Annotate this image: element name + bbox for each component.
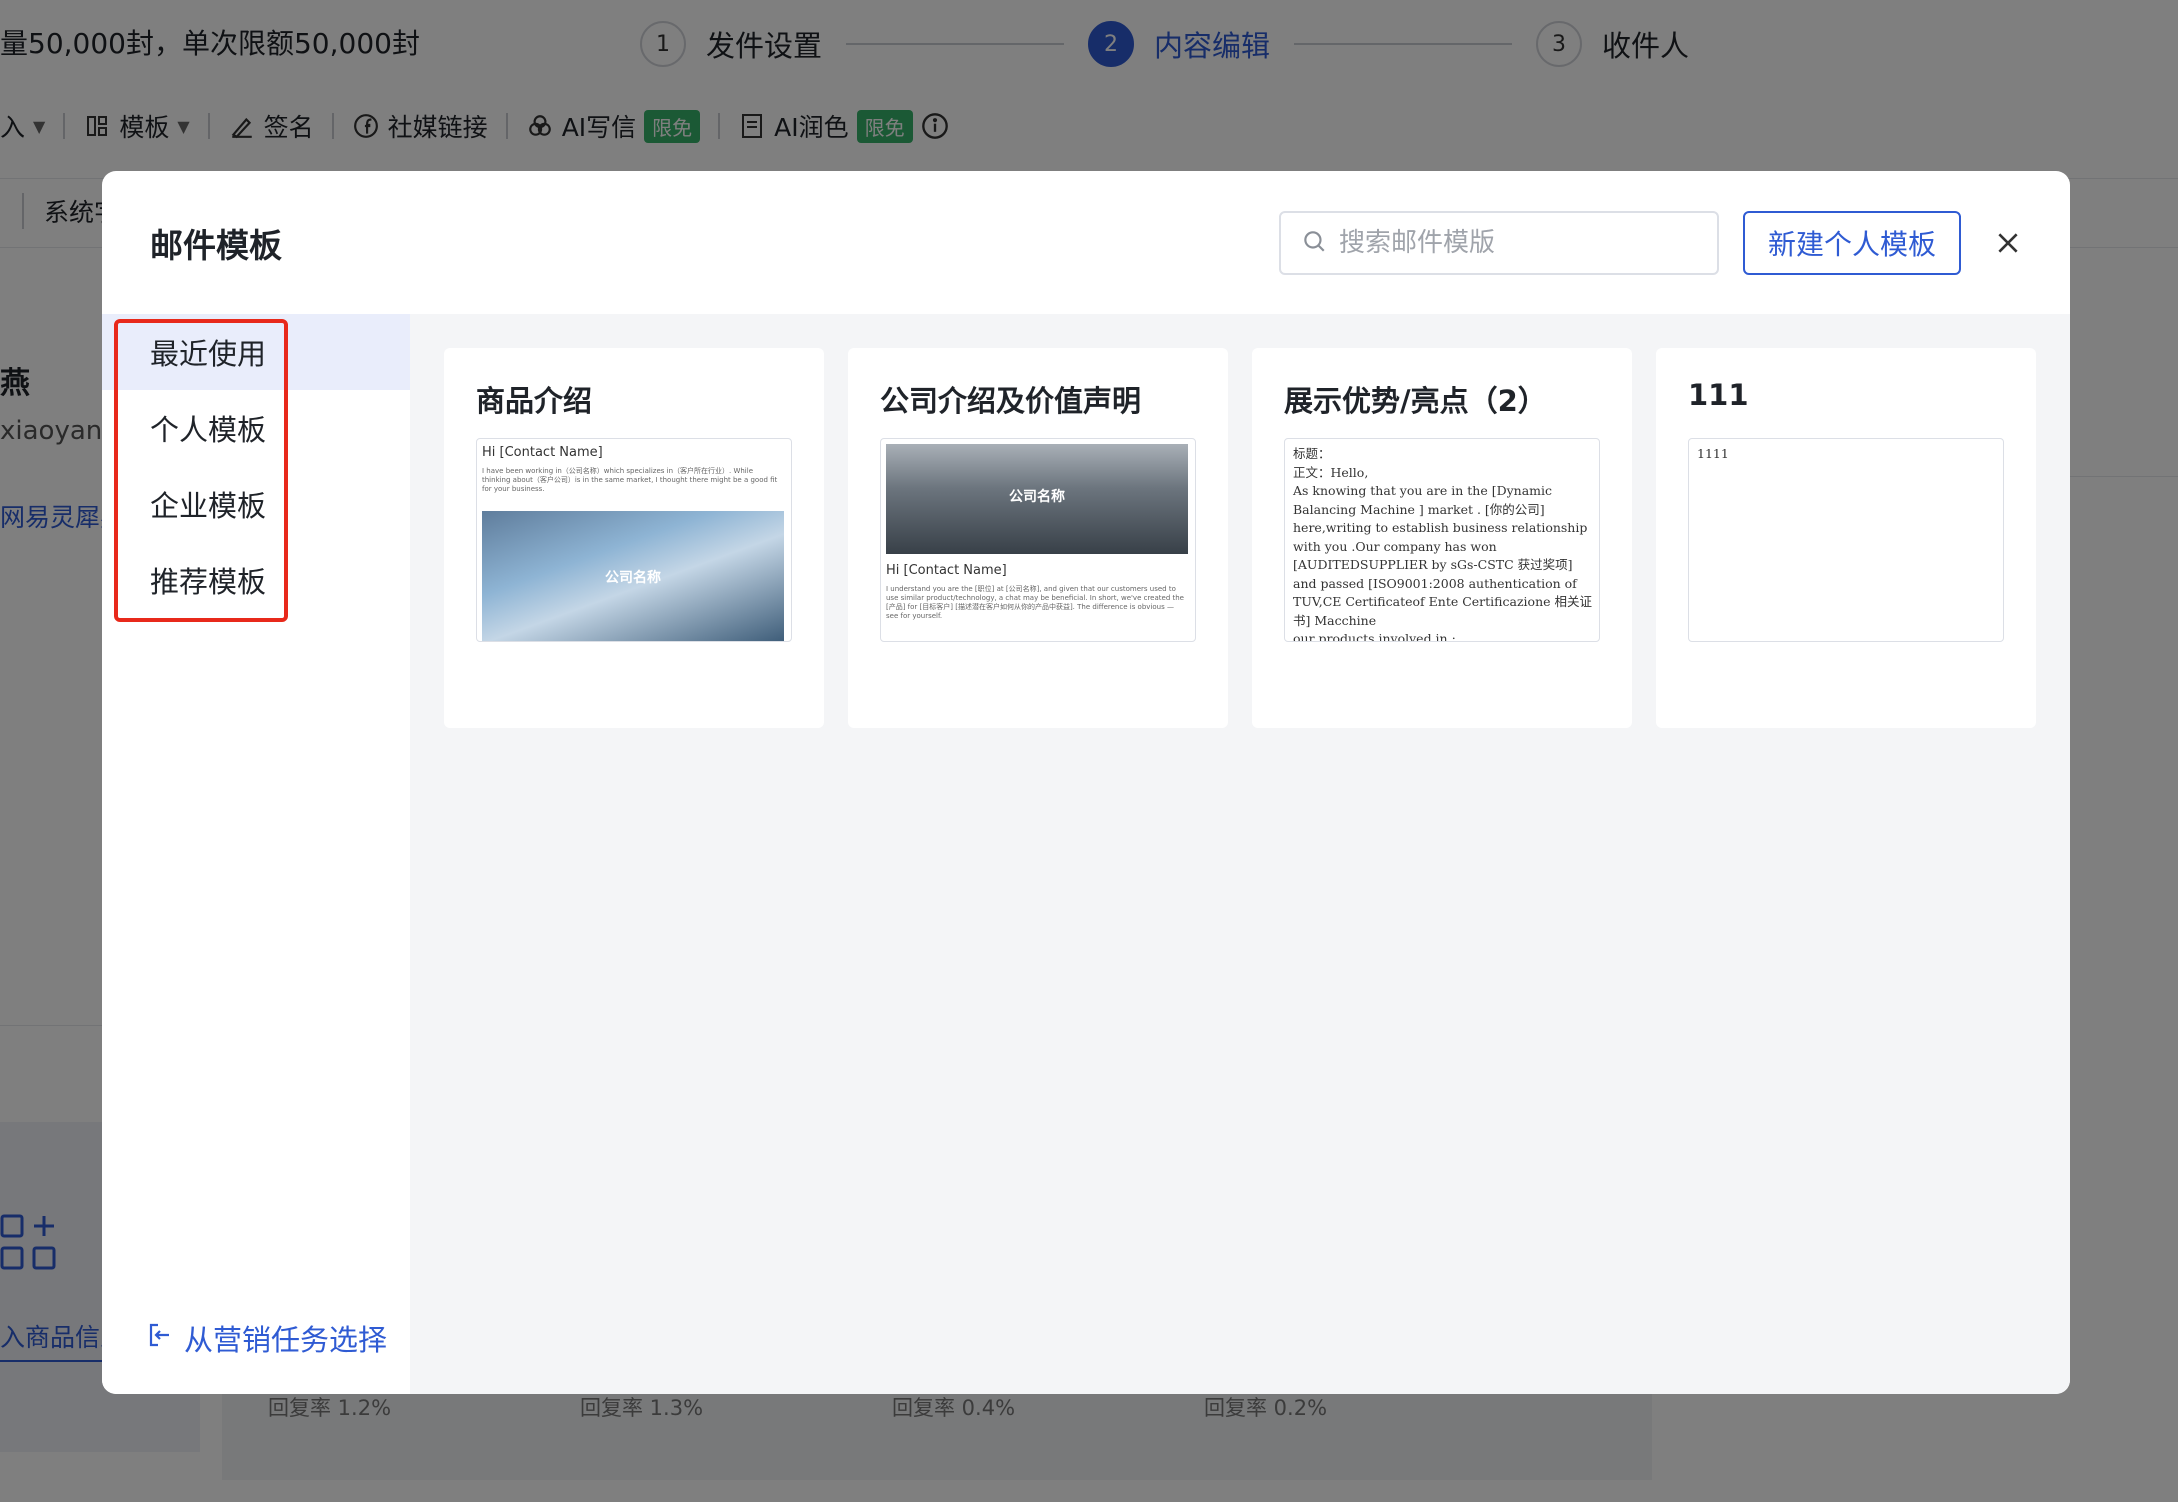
template-name: 公司介绍及价值声明 [880,384,1142,418]
preview-greeting: Hi [Contact Name] [482,445,603,460]
select-from-task-label: 从营销任务选择 [184,1323,388,1357]
template-card[interactable]: 商品介绍 Hi [Contact Name] I have been worki… [444,348,824,728]
preview-image: 公司名称 [482,511,784,641]
template-preview: 标题： 正文：Hello, As knowing that you are in… [1284,438,1600,642]
preview-line: with you .Our company has won [1293,538,1497,554]
preview-line: here,writing to establish business relat… [1293,520,1588,535]
email-template-modal: 邮件模板 新建个人模板 最近使用 个人模板 企业模板 推荐模板 从营销任务选择 [102,171,2070,1394]
highlight-box [114,319,288,622]
close-icon [1998,233,2018,253]
select-from-marketing-task-button[interactable]: 从营销任务选择 [144,1310,387,1366]
preview-image: 公司名称 [886,444,1188,554]
template-grid: 商品介绍 Hi [Contact Name] I have been worki… [410,314,2070,1394]
template-name: 展示优势/亮点（2） [1284,384,1547,418]
template-preview: 公司名称 Hi [Contact Name] I understand you … [880,438,1196,642]
template-card[interactable]: 展示优势/亮点（2） 标题： 正文：Hello, As knowing that… [1252,348,1632,728]
template-preview: 1111 [1688,438,2004,642]
close-button[interactable] [1988,223,2028,263]
preview-line: TUV,CE Certificateof Ente Certificazione… [1293,594,1592,609]
import-icon [148,1321,172,1355]
template-card[interactable]: 111 1111 [1656,348,2036,728]
new-personal-template-button[interactable]: 新建个人模板 [1743,211,1961,275]
preview-text: 1111 [1697,446,1729,461]
preview-greeting: Hi [Contact Name] [886,563,1007,578]
preview-line: 标题： [1293,446,1331,461]
preview-line: 书] Macchine [1293,612,1377,628]
preview-image-label: 公司名称 [605,570,661,586]
preview-line: 正文：Hello, [1293,464,1369,480]
template-name: 商品介绍 [476,384,593,418]
preview-body: I have been working in（公司名称）which specia… [482,467,778,493]
template-name: 111 [1688,378,1749,412]
preview-image-label: 公司名称 [1009,489,1065,505]
preview-line: As knowing that you are in the [Dynamic [1293,483,1553,498]
template-card[interactable]: 公司介绍及价值声明 公司名称 Hi [Contact Name] I under… [848,348,1228,728]
modal-title: 邮件模板 [150,226,282,265]
template-category-sidebar: 最近使用 个人模板 企业模板 推荐模板 从营销任务选择 [102,314,410,1394]
preview-line: our products involved in : [1293,631,1456,642]
preview-text: 标题： 正文：Hello, As knowing that you are in… [1293,445,1593,642]
preview-line: [AUDITEDSUPPLIER by sGs-CSTC 获过奖项] [1293,557,1573,572]
preview-line: Balancing Machine ] market . [你的公司] [1293,501,1545,517]
search-input[interactable] [1339,228,1699,258]
search-box[interactable] [1279,211,1719,275]
preview-line: and passed [ISO9001:2008 authentication … [1293,575,1577,591]
search-icon [1301,228,1327,258]
preview-body: I understand you are the [职位] at [公司名称],… [886,585,1184,620]
template-preview: Hi [Contact Name] I have been working in… [476,438,792,642]
modal-header: 邮件模板 新建个人模板 [102,171,2070,314]
